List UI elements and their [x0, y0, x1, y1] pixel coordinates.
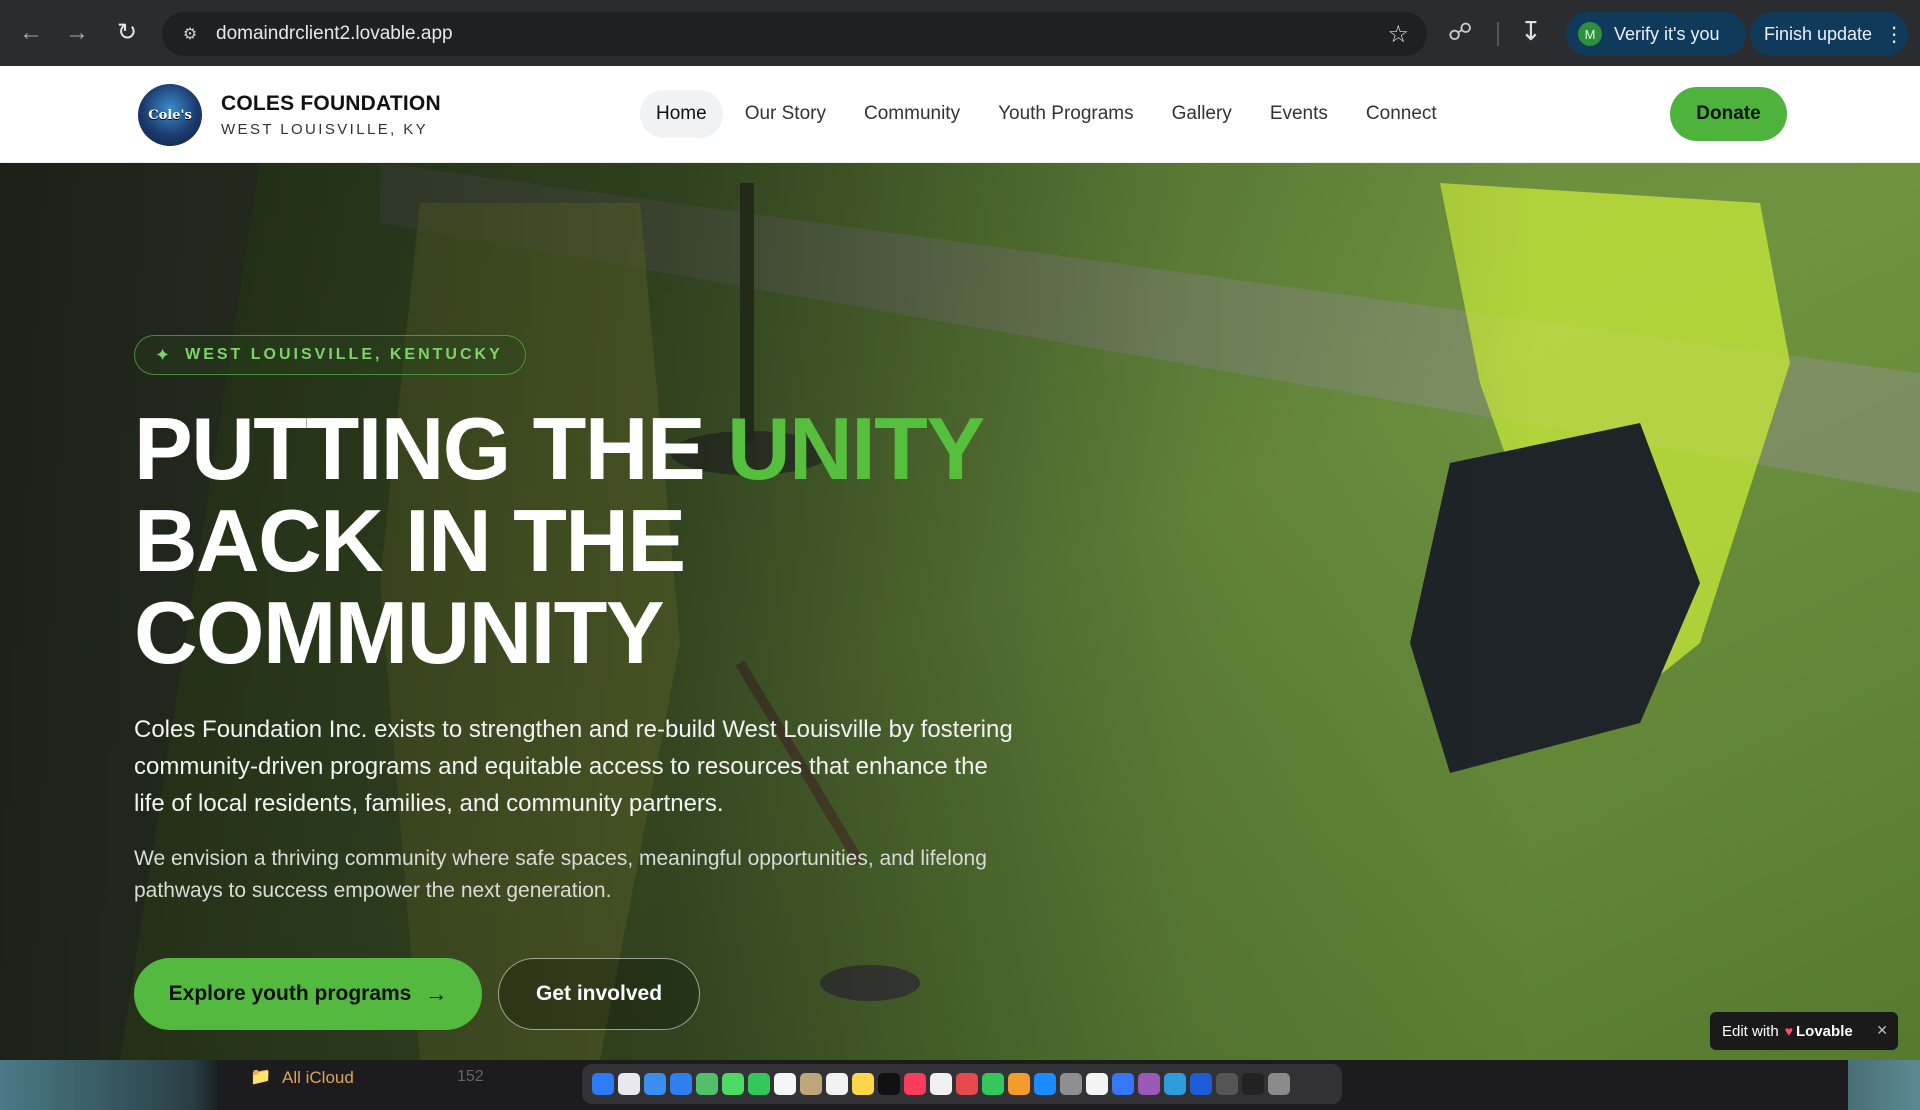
- headline-line3: COMMUNITY: [134, 583, 665, 682]
- reload-icon[interactable]: ↻: [112, 18, 142, 48]
- donate-button[interactable]: Donate: [1670, 87, 1787, 141]
- finish-update-button[interactable]: Finish update ⋮: [1750, 12, 1908, 56]
- finder-alt-app-icon[interactable]: [1112, 1073, 1134, 1095]
- chrome-app-icon[interactable]: [1086, 1073, 1108, 1095]
- bookmark-star-icon[interactable]: ☆: [1387, 20, 1409, 49]
- messages-app-icon[interactable]: [748, 1073, 770, 1095]
- pages-app-icon[interactable]: [1008, 1073, 1030, 1095]
- hero-lead-text: Coles Foundation Inc. exists to strength…: [134, 716, 1013, 817]
- extensions-icon[interactable]: ☍: [1448, 18, 1472, 47]
- podcasts-app-icon[interactable]: [1138, 1073, 1160, 1095]
- url-text[interactable]: domaindrclient2.lovable.app: [216, 23, 453, 45]
- contacts-app-icon[interactable]: [800, 1073, 822, 1095]
- location-badge: ✦ WEST LOUISVILLE, KENTUCKY: [134, 335, 526, 375]
- mail-app-icon[interactable]: [670, 1073, 692, 1095]
- headline-line2: BACK IN THE: [134, 491, 686, 590]
- foundation-logo[interactable]: Cole's: [138, 84, 202, 146]
- tv-app-icon[interactable]: [878, 1073, 900, 1095]
- news-app-icon[interactable]: [956, 1073, 978, 1095]
- folder-icon: 📁: [250, 1067, 272, 1086]
- lovable-prefix: Edit with: [1722, 1022, 1779, 1040]
- trash-icon[interactable]: [1268, 1073, 1290, 1095]
- maps-app-icon[interactable]: [696, 1073, 718, 1095]
- sparkle-icon: ✦: [155, 344, 174, 365]
- terminal-app-icon[interactable]: [1242, 1073, 1264, 1095]
- nav-community[interactable]: Community: [848, 90, 976, 138]
- headline-accent: UNITY: [727, 399, 985, 498]
- site-header: Cole's COLES FOUNDATION WEST LOUISVILLE,…: [0, 66, 1920, 163]
- numbers-app-icon[interactable]: [982, 1073, 1004, 1095]
- headline-part1: PUTTING THE: [134, 399, 728, 498]
- get-involved-button[interactable]: Get involved: [498, 958, 700, 1030]
- arrow-right-icon: →: [425, 981, 448, 1006]
- settings-app-icon[interactable]: [1060, 1073, 1082, 1095]
- address-bar[interactable]: ⚙ domaindrclient2.lovable.app ☆: [162, 12, 1427, 56]
- facetime-app-icon[interactable]: [722, 1073, 744, 1095]
- profile-avatar: M: [1578, 22, 1602, 46]
- app-store-icon[interactable]: [1034, 1073, 1056, 1095]
- hero-section: ✦ WEST LOUISVILLE, KENTUCKY PUTTING THE …: [0, 163, 1920, 1060]
- verify-identity-button[interactable]: M Verify it's you: [1566, 12, 1746, 56]
- site-settings-icon[interactable]: ⚙: [178, 22, 202, 46]
- macos-dock: [582, 1064, 1342, 1104]
- brand-subtitle: WEST LOUISVILLE, KY: [221, 121, 429, 138]
- music-app-icon[interactable]: [904, 1073, 926, 1095]
- nav-events[interactable]: Events: [1254, 90, 1344, 138]
- calendar-app-icon[interactable]: [774, 1073, 796, 1095]
- notes-app-icon[interactable]: [852, 1073, 874, 1095]
- verify-label: Verify it's you: [1614, 23, 1720, 44]
- zoom-app-icon[interactable]: [1190, 1073, 1212, 1095]
- nav-youth-programs[interactable]: Youth Programs: [982, 90, 1150, 138]
- finder-app-icon[interactable]: [592, 1073, 614, 1095]
- download-icon[interactable]: ↧: [1520, 16, 1542, 47]
- hero-headline: PUTTING THE UNITY BACK IN THE COMMUNITY: [134, 403, 985, 682]
- photos-app-icon[interactable]: [930, 1073, 952, 1095]
- more-vert-icon[interactable]: ⋮: [1884, 22, 1904, 47]
- nav-our-story[interactable]: Our Story: [729, 90, 842, 138]
- back-arrow-icon[interactable]: ←: [16, 18, 46, 48]
- close-icon[interactable]: ✕: [1876, 1022, 1888, 1039]
- nav-home[interactable]: Home: [640, 90, 723, 138]
- icloud-folder-count: 152: [457, 1068, 484, 1085]
- lovable-heart-icon: ♥: [1784, 1023, 1794, 1039]
- preview-app-icon[interactable]: [1216, 1073, 1238, 1095]
- explore-youth-programs-button[interactable]: Explore youth programs →: [134, 958, 482, 1030]
- logo-text: Cole's: [148, 107, 192, 123]
- main-nav: Home Our Story Community Youth Programs …: [640, 90, 1459, 138]
- icloud-folder-label[interactable]: All iCloud: [282, 1068, 354, 1088]
- nav-gallery[interactable]: Gallery: [1156, 90, 1248, 138]
- browser-toolbar: ← → ↻ ⚙ domaindrclient2.lovable.app ☆ ☍ …: [0, 0, 1920, 66]
- location-label: WEST LOUISVILLE, KENTUCKY: [185, 346, 503, 363]
- launchpad-app-icon[interactable]: [618, 1073, 640, 1095]
- edit-with-lovable-badge[interactable]: Edit with ♥ Lovable ✕: [1710, 1012, 1898, 1050]
- hero-content: ✦ WEST LOUISVILLE, KENTUCKY PUTTING THE …: [134, 163, 1134, 1060]
- lovable-brand: Lovable: [1796, 1022, 1853, 1040]
- reminders-app-icon[interactable]: [826, 1073, 848, 1095]
- toolbar-divider: [1497, 22, 1499, 46]
- nav-connect[interactable]: Connect: [1350, 90, 1453, 138]
- safari-app-icon[interactable]: [644, 1073, 666, 1095]
- hero-vision-text: We envision a thriving community where s…: [134, 847, 987, 902]
- primary-cta-label: Explore youth programs: [168, 982, 412, 1005]
- safari-alt-app-icon[interactable]: [1164, 1073, 1186, 1095]
- update-label: Finish update: [1764, 23, 1873, 44]
- brand-name[interactable]: COLES FOUNDATION: [221, 92, 441, 116]
- forward-arrow-icon[interactable]: →: [62, 18, 92, 48]
